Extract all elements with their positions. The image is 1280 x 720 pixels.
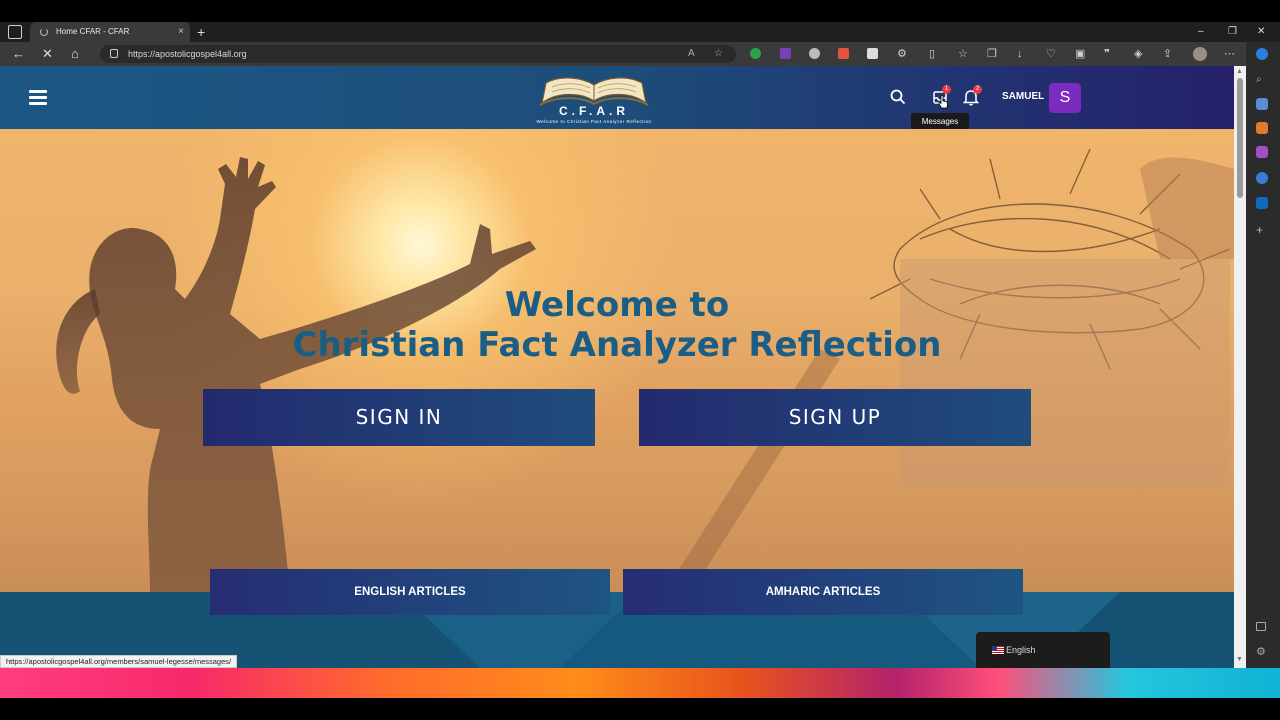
collections-icon[interactable]: ❐ bbox=[987, 46, 997, 62]
outlook-icon[interactable] bbox=[1256, 197, 1268, 209]
settings-gear-icon[interactable]: ⚙ bbox=[1256, 646, 1268, 658]
profile-avatar-icon[interactable] bbox=[1193, 47, 1207, 61]
browser-sidebar: ⌕ + ⚙ bbox=[1246, 42, 1280, 668]
extensions-puzzle-icon[interactable]: ⚙ bbox=[897, 46, 907, 62]
share-icon[interactable]: ⇪ bbox=[1163, 46, 1172, 62]
user-avatar[interactable]: S bbox=[1049, 83, 1081, 113]
add-sidebar-app-icon[interactable]: + bbox=[1256, 224, 1268, 236]
site-logo[interactable]: C.F.A.R Welcome to Christian Fact Analyz… bbox=[516, 70, 672, 126]
web-page: C.F.A.R Welcome to Christian Fact Analyz… bbox=[0, 66, 1234, 668]
sign-up-button[interactable]: SIGN UP bbox=[639, 389, 1031, 446]
english-articles-button[interactable]: ENGLISH ARTICLES bbox=[210, 569, 610, 615]
hero-title-line1: Welcome to bbox=[504, 285, 730, 325]
downloads-icon[interactable]: ↓ bbox=[1017, 46, 1023, 62]
notifications-button[interactable]: 2 bbox=[962, 85, 982, 106]
search-icon[interactable] bbox=[890, 89, 906, 105]
microsoft-365-icon[interactable] bbox=[1256, 172, 1268, 184]
back-arrow-icon[interactable]: ← bbox=[12, 46, 25, 62]
status-bar-url: https://apostolicgospel4all.org/members/… bbox=[0, 655, 238, 668]
notifications-badge: 2 bbox=[973, 85, 982, 94]
lock-icon bbox=[110, 49, 118, 58]
site-header: C.F.A.R Welcome to Christian Fact Analyz… bbox=[0, 66, 1234, 130]
scroll-down-arrow-icon[interactable]: ▼ bbox=[1236, 656, 1243, 663]
language-switcher[interactable]: English bbox=[976, 632, 1110, 668]
messages-tooltip: Messages bbox=[911, 113, 969, 130]
wooden-cross-image bbox=[664, 349, 840, 592]
logo-letters: C.F.A.R bbox=[559, 104, 629, 118]
maximize-button[interactable]: ❐ bbox=[1228, 22, 1237, 42]
username-label[interactable]: SAMUEL bbox=[1002, 91, 1044, 102]
games-icon[interactable] bbox=[1256, 146, 1268, 158]
new-tab-button[interactable]: + bbox=[197, 22, 205, 42]
home-icon[interactable]: ⌂ bbox=[71, 46, 79, 62]
address-bar[interactable]: https://apostolicgospel4all.org A ☆ bbox=[100, 45, 736, 63]
hamburger-menu-icon[interactable] bbox=[29, 90, 47, 105]
open-bible-icon bbox=[539, 77, 649, 106]
read-aloud-icon[interactable]: A bbox=[688, 45, 695, 63]
search-icon[interactable]: ⌕ bbox=[1256, 74, 1268, 86]
split-screen-icon[interactable]: ▯ bbox=[929, 46, 935, 62]
page-scrollbar[interactable]: ▲ ▼ bbox=[1234, 66, 1246, 668]
screen: Home CFAR - CFAR × + – ❐ ✕ ← ✕ ⌂ https:/… bbox=[0, 0, 1280, 720]
favorite-star-icon[interactable]: ☆ bbox=[714, 45, 723, 63]
messages-badge: 1 bbox=[942, 85, 951, 94]
loading-spinner-icon bbox=[40, 28, 48, 36]
browser-essentials-icon[interactable]: ◈ bbox=[1134, 46, 1142, 62]
hero-title-line2: Christian Fact Analyzer Reflection bbox=[292, 325, 942, 365]
language-label: English bbox=[1006, 645, 1036, 655]
quote-icon[interactable]: ❞ bbox=[1104, 46, 1110, 62]
logo-tagline: Welcome to Christian Fact Analyzer Refle… bbox=[536, 119, 652, 124]
copilot-icon[interactable] bbox=[1256, 48, 1268, 60]
close-window-button[interactable]: ✕ bbox=[1257, 22, 1265, 42]
minimize-button[interactable]: – bbox=[1198, 22, 1204, 42]
hand-cursor-icon bbox=[938, 95, 948, 109]
us-flag-icon bbox=[992, 646, 1004, 654]
extension-icon[interactable] bbox=[867, 48, 878, 59]
letterbox-bar bbox=[0, 698, 1280, 720]
extension-icon[interactable] bbox=[809, 48, 820, 59]
extension-icon[interactable] bbox=[838, 48, 849, 59]
amharic-articles-button[interactable]: AMHARIC ARTICLES bbox=[623, 569, 1023, 615]
sidebar-toggle-icon[interactable] bbox=[1256, 622, 1266, 631]
tab-title: Home CFAR - CFAR bbox=[56, 27, 130, 36]
performance-icon[interactable]: ♡ bbox=[1046, 46, 1056, 62]
hero-section: Welcome to Christian Fact Analyzer Refle… bbox=[0, 129, 1234, 592]
browser-tab-bar: Home CFAR - CFAR × + – ❐ ✕ bbox=[0, 22, 1280, 42]
browser-tab[interactable]: Home CFAR - CFAR × bbox=[30, 22, 190, 42]
extension-icon[interactable] bbox=[750, 48, 761, 59]
url-text: https://apostolicgospel4all.org bbox=[128, 49, 247, 59]
browser-toolbar: ← ✕ ⌂ https://apostolicgospel4all.org A … bbox=[0, 42, 1280, 66]
desktop-wallpaper bbox=[0, 668, 1280, 698]
extension-icon[interactable] bbox=[780, 48, 791, 59]
sign-in-button[interactable]: SIGN IN bbox=[203, 389, 595, 446]
tab-actions-icon[interactable] bbox=[8, 25, 22, 39]
shopping-icon[interactable] bbox=[1256, 98, 1268, 110]
stop-loading-icon[interactable]: ✕ bbox=[42, 46, 53, 62]
tab-close-icon[interactable]: × bbox=[178, 22, 184, 42]
scrollbar-thumb[interactable] bbox=[1237, 78, 1243, 198]
screenshot-icon[interactable]: ▣ bbox=[1075, 46, 1085, 62]
scroll-up-arrow-icon[interactable]: ▲ bbox=[1236, 68, 1243, 75]
more-menu-icon[interactable]: ⋯ bbox=[1224, 46, 1235, 62]
favorites-icon[interactable]: ☆ bbox=[958, 46, 968, 62]
tools-icon[interactable] bbox=[1256, 122, 1268, 134]
